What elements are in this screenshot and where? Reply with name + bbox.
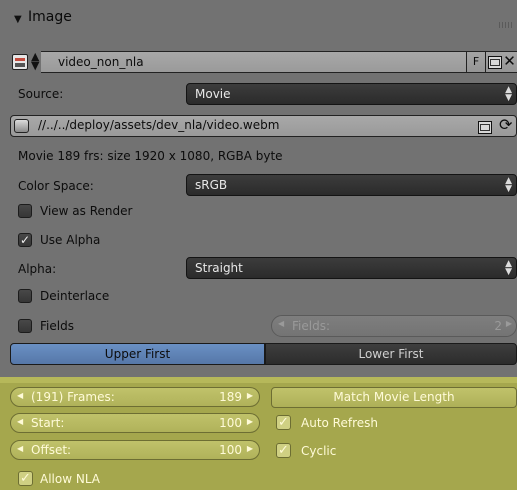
decrement-arrow-icon[interactable]: ◀ — [17, 417, 23, 426]
cyclic-label: Cyclic — [301, 444, 337, 458]
use-alpha-label: Use Alpha — [40, 233, 101, 247]
fields-slider-value: 2 — [494, 319, 502, 333]
open-image-button[interactable] — [486, 51, 502, 73]
dropdown-arrows-icon: ▲ ▼ — [505, 85, 512, 103]
source-value: Movie — [195, 87, 231, 101]
unlink-button[interactable]: ✕ — [502, 51, 517, 73]
offset-value: 100 — [219, 443, 242, 457]
folder-icon — [478, 121, 492, 134]
upper-first-button[interactable]: Upper First — [10, 343, 265, 365]
start-number-field[interactable]: ◀ Start: 100 ▶ — [10, 413, 260, 433]
panel-title: Image — [28, 9, 72, 25]
increment-arrow-icon[interactable]: ▶ — [506, 319, 512, 328]
offset-number-field[interactable]: ◀ Offset: 100 ▶ — [10, 440, 260, 460]
decrement-arrow-icon[interactable]: ◀ — [17, 444, 23, 453]
increment-arrow-icon[interactable]: ▶ — [247, 391, 253, 400]
fields-slider-label: Fields: — [292, 319, 330, 333]
frames-value: 189 — [219, 390, 242, 404]
color-space-dropdown[interactable]: sRGB ▲ ▼ — [186, 174, 517, 196]
dropdown-arrows-icon: ▲ ▼ — [505, 259, 512, 277]
color-space-label: Color Space: — [18, 179, 94, 193]
collapse-arrow-icon[interactable]: ▼ — [14, 14, 22, 25]
allow-nla-label: Allow NLA — [40, 472, 100, 486]
frames-label: (191) Frames: — [31, 390, 115, 404]
decrement-arrow-icon[interactable]: ◀ — [278, 319, 284, 328]
source-dropdown[interactable]: Movie ▲ ▼ — [186, 83, 517, 105]
view-as-render-label: View as Render — [40, 204, 133, 218]
fields-label: Fields — [40, 319, 74, 333]
deinterlace-checkbox[interactable] — [18, 289, 32, 303]
deinterlace-label: Deinterlace — [40, 289, 110, 303]
auto-refresh-label: Auto Refresh — [301, 416, 378, 430]
image-browse-icon[interactable] — [12, 54, 28, 70]
offset-label: Offset: — [31, 443, 72, 457]
increment-arrow-icon[interactable]: ▶ — [247, 417, 253, 426]
panel-header[interactable] — [0, 0, 517, 38]
decrement-arrow-icon[interactable]: ◀ — [17, 391, 23, 400]
filepath-text: //../../deploy/assets/dev_nla/video.webm — [38, 118, 280, 132]
folder-icon — [488, 56, 502, 69]
view-as-render-checkbox[interactable] — [18, 204, 32, 218]
auto-refresh-checkbox[interactable]: ✓ — [276, 415, 291, 430]
start-value: 100 — [219, 416, 242, 430]
fake-user-button[interactable]: F — [466, 51, 486, 73]
reload-icon[interactable]: ⟳ — [499, 115, 512, 135]
drag-grip-icon[interactable] — [499, 22, 513, 28]
fields-number-slider[interactable]: ◀ Fields: 2 ▶ — [271, 315, 517, 337]
match-movie-length-button[interactable]: Match Movie Length — [271, 387, 517, 408]
section-divider — [0, 377, 517, 383]
cyclic-checkbox[interactable]: ✓ — [276, 443, 291, 458]
fields-checkbox[interactable] — [18, 319, 32, 333]
start-label: Start: — [31, 416, 65, 430]
allow-nla-checkbox[interactable]: ✓ — [18, 471, 33, 486]
lower-first-button[interactable]: Lower First — [265, 343, 517, 365]
image-info-text: Movie 189 frs: size 1920 x 1080, RGBA by… — [18, 149, 283, 163]
frames-number-field[interactable]: ◀ (191) Frames: 189 ▶ — [10, 387, 260, 407]
color-space-value: sRGB — [195, 178, 228, 192]
updown-arrows-icon[interactable]: ▲ ▼ — [31, 51, 39, 71]
increment-arrow-icon[interactable]: ▶ — [247, 444, 253, 453]
alpha-value: Straight — [195, 261, 243, 275]
alpha-dropdown[interactable]: Straight ▲ ▼ — [186, 257, 517, 279]
browse-folder-button[interactable] — [476, 117, 494, 135]
pack-icon[interactable] — [14, 119, 29, 133]
source-label: Source: — [18, 87, 64, 101]
use-alpha-checkbox[interactable]: ✓ — [18, 233, 32, 247]
dropdown-arrows-icon: ▲ ▼ — [505, 176, 512, 194]
alpha-label: Alpha: — [18, 262, 57, 276]
image-name-field[interactable]: video_non_nla — [41, 51, 466, 73]
